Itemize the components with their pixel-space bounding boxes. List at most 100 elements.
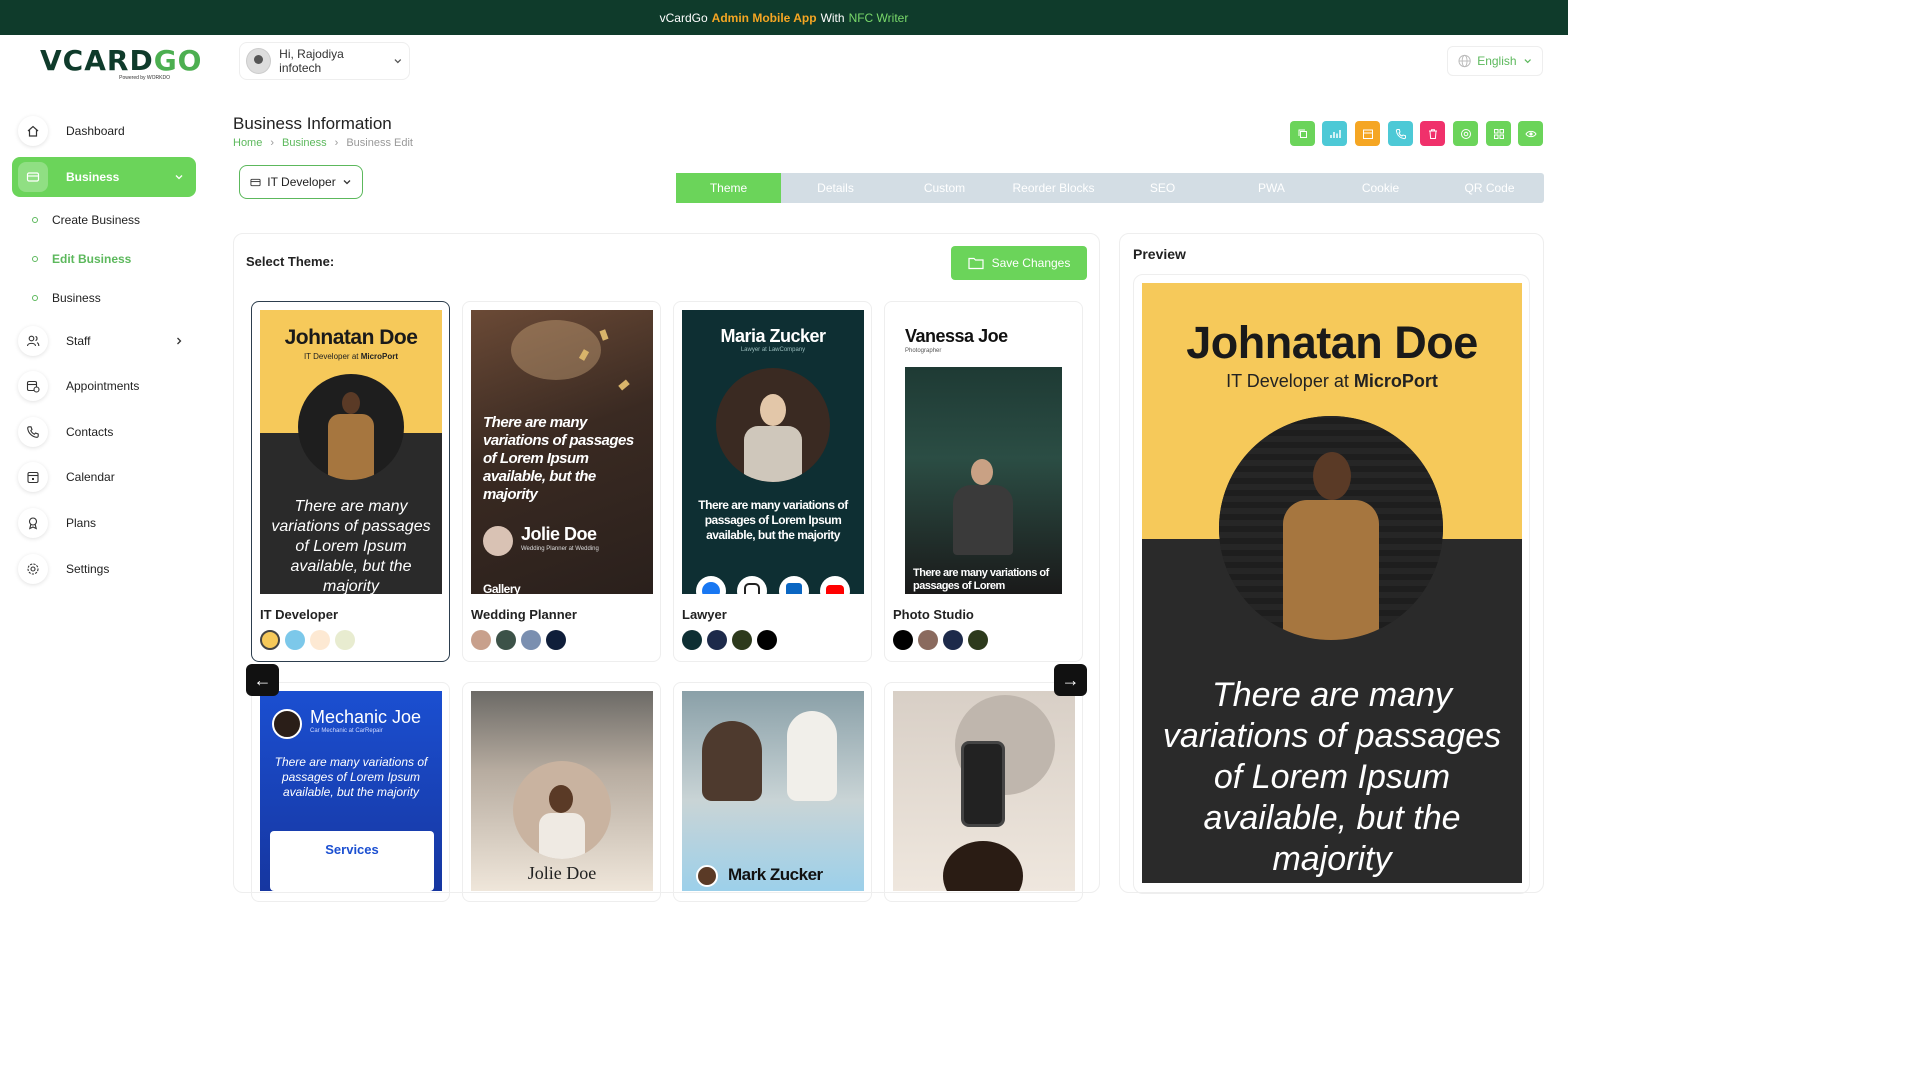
color-swatch[interactable] <box>732 630 752 650</box>
card-icon <box>250 178 261 186</box>
eye-icon <box>1524 130 1537 137</box>
theme-card-photo[interactable] <box>884 682 1083 902</box>
color-swatches <box>893 630 988 650</box>
sidebar-subitem-label: Create Business <box>52 213 141 227</box>
sidebar-item-appointments[interactable]: Appointments <box>12 366 196 406</box>
bullet-icon <box>32 217 38 223</box>
color-swatch[interactable] <box>546 630 566 650</box>
profile-photo <box>1219 416 1443 640</box>
thumb-name: Mechanic Joe <box>310 707 422 727</box>
theme-thumbnail <box>893 691 1075 891</box>
theme-thumbnail: Johnatan Doe IT Developer at MicroPort T… <box>260 310 442 594</box>
color-swatch[interactable] <box>521 630 541 650</box>
phone-icon <box>18 417 48 447</box>
tab-pwa[interactable]: PWA <box>1217 173 1326 203</box>
gear-icon <box>18 554 48 584</box>
tab-theme[interactable]: Theme <box>676 173 781 203</box>
color-swatch[interactable] <box>335 630 355 650</box>
nfc-button[interactable] <box>1453 121 1478 146</box>
thumb-role: Photographer <box>905 348 942 354</box>
thumb-quote: There are many variations of passages of… <box>274 755 428 799</box>
appointments-button[interactable] <box>1355 121 1380 146</box>
select-theme-label: Select Theme: <box>246 254 335 269</box>
theme-card-it-developer[interactable]: Johnatan Doe IT Developer at MicroPort T… <box>251 301 450 662</box>
analytics-icon <box>1329 129 1341 138</box>
theme-card-wedding-planner[interactable]: There are many variations of passages of… <box>462 301 661 662</box>
color-swatch[interactable] <box>310 630 330 650</box>
carousel-next-button[interactable]: → <box>1054 664 1087 696</box>
qr-code-button[interactable] <box>1486 121 1511 146</box>
folder-icon <box>968 257 984 270</box>
theme-name: Lawyer <box>682 607 727 622</box>
color-swatches <box>682 630 777 650</box>
trash-icon <box>1428 128 1437 139</box>
thumb-role: Wedding Planner at Wedding <box>521 546 599 552</box>
color-swatch[interactable] <box>285 630 305 650</box>
color-swatch[interactable] <box>918 630 938 650</box>
tab-cookie[interactable]: Cookie <box>1326 173 1435 203</box>
breadcrumb-business[interactable]: Business <box>282 137 327 149</box>
theme-card-jolie[interactable]: Jolie Doe <box>462 682 661 902</box>
color-swatch[interactable] <box>260 630 280 650</box>
thumb-name: Maria Zucker <box>720 326 826 346</box>
business-select[interactable]: IT Developer <box>239 165 363 199</box>
thumb-name: Jolie Doe <box>527 863 597 883</box>
theme-name: Wedding Planner <box>471 607 577 622</box>
sidebar-item-plans[interactable]: Plans <box>12 503 196 543</box>
sidebar-item-staff[interactable]: Staff <box>12 321 196 361</box>
thumb-section: Services <box>325 842 379 857</box>
app-logo[interactable]: VCARDGO Powered by WORKDO <box>40 44 202 82</box>
breadcrumb: Home › Business › Business Edit <box>233 137 413 149</box>
color-swatch[interactable] <box>968 630 988 650</box>
analytics-button[interactable] <box>1322 121 1347 146</box>
color-swatch[interactable] <box>893 630 913 650</box>
color-swatch[interactable] <box>943 630 963 650</box>
language-selector[interactable]: English <box>1447 46 1543 76</box>
thumb-name: Johnatan Doe <box>284 326 418 349</box>
preview-button[interactable] <box>1518 121 1543 146</box>
color-swatch[interactable] <box>682 630 702 650</box>
save-changes-button[interactable]: Save Changes <box>951 246 1087 280</box>
sidebar-item-label: Dashboard <box>66 124 125 138</box>
sidebar-item-business[interactable]: Business <box>12 157 196 197</box>
avatar <box>246 48 272 74</box>
tab-custom[interactable]: Custom <box>890 173 999 203</box>
color-swatch[interactable] <box>471 630 491 650</box>
color-swatch[interactable] <box>707 630 727 650</box>
social-icons <box>696 576 850 594</box>
hero-photo: There are many variations of passages of… <box>905 367 1062 594</box>
logo-text-a: VCARD <box>40 44 154 77</box>
language-label: English <box>1477 54 1517 68</box>
sidebar-item-dashboard[interactable]: Dashboard <box>12 111 196 151</box>
chevron-down-icon <box>1524 59 1531 64</box>
preview-card[interactable]: Johnatan Doe IT Developer at MicroPort T… <box>1142 283 1522 883</box>
promo-banner[interactable]: vCardGo Admin Mobile App With NFC Writer <box>0 0 1568 35</box>
carousel-prev-button[interactable]: ← <box>246 664 279 696</box>
tab-details[interactable]: Details <box>781 173 890 203</box>
tab-qr-code[interactable]: QR Code <box>1435 173 1544 203</box>
theme-thumbnail: Vanessa Joe Photographer There are many … <box>893 310 1075 594</box>
sidebar-subitem-create-business[interactable]: Create Business <box>32 213 140 227</box>
sidebar-subitem-edit-business[interactable]: Edit Business <box>32 252 131 266</box>
sidebar-item-calendar[interactable]: Calendar <box>12 457 196 497</box>
sidebar-subitem-business[interactable]: Business <box>32 291 101 305</box>
theme-card-mark[interactable]: Mark Zucker <box>673 682 872 902</box>
color-swatch[interactable] <box>757 630 777 650</box>
breadcrumb-home[interactable]: Home <box>233 137 262 149</box>
sidebar-item-contacts[interactable]: Contacts <box>12 412 196 452</box>
theme-card-mechanic[interactable]: Mechanic Joe Car Mechanic at CarRepair T… <box>251 682 450 902</box>
theme-thumbnail: Mark Zucker <box>682 691 864 891</box>
copy-link-button[interactable] <box>1290 121 1315 146</box>
contacts-button[interactable] <box>1388 121 1413 146</box>
tab-seo[interactable]: SEO <box>1108 173 1217 203</box>
color-swatch[interactable] <box>496 630 516 650</box>
tab-reorder-blocks[interactable]: Reorder Blocks <box>999 173 1108 203</box>
edit-tabs: Theme Details Custom Reorder Blocks SEO … <box>676 173 1544 203</box>
avatar <box>483 526 513 556</box>
logo-subtitle: Powered by WORKDO <box>119 75 170 81</box>
sidebar-item-settings[interactable]: Settings <box>12 549 196 589</box>
user-menu[interactable]: Hi, Rajodiya infotech <box>239 42 410 80</box>
delete-button[interactable] <box>1420 121 1445 146</box>
theme-card-lawyer[interactable]: Maria Zucker Lawyer at LawCompany There … <box>673 301 872 662</box>
theme-card-photo-studio[interactable]: Vanessa Joe Photographer There are many … <box>884 301 1083 662</box>
